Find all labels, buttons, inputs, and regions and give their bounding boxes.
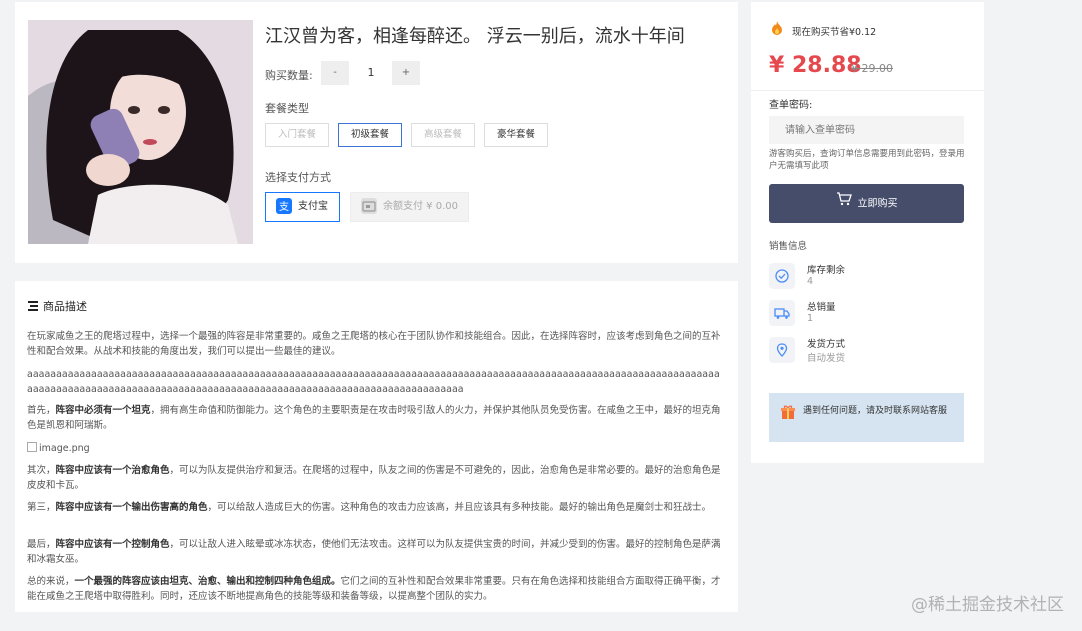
description-paragraph: aaaaaaaaaaaaaaaaaaaaaaaaaaaaaaaaaaaaaaaa… [27, 369, 720, 395]
description-paragraph: 最后，阵容中应该有一个控制角色，可以让敌人进入眩晕或冰冻状态，使他们无法攻击。这… [27, 539, 721, 565]
query-password-input[interactable] [769, 116, 964, 144]
cart-icon [836, 184, 852, 223]
broken-image-placeholder: image.png [27, 441, 724, 456]
description-paragraph: 第三，阵容中应该有一个输出伤害高的角色，可以给敌人造成巨大的伤害。这种角色的攻击… [27, 502, 712, 513]
purchase-sidebar: 现在购买节省¥0.12 ¥ 28.88 ¥ 29.00 查单密码: 游客购买后，… [751, 2, 984, 463]
package-option-deluxe[interactable]: 豪华套餐 [484, 123, 548, 147]
quantity-label: 购买数量: [265, 69, 313, 82]
stat-stock-label: 库存剩余 [807, 265, 846, 276]
wallet-icon [361, 198, 377, 214]
check-circle-icon [769, 263, 795, 289]
package-option-basic[interactable]: 初级套餐 [338, 123, 402, 147]
stat-delivery-label: 发货方式 [807, 339, 846, 350]
alipay-icon: 支 [276, 198, 292, 214]
promo-savings-text: 现在购买节省¥0.12 [792, 27, 877, 38]
svg-text:支: 支 [279, 201, 289, 213]
stat-total-sales-label: 总销量 [807, 302, 836, 313]
watermark: @稀土掘金技术社区 [911, 595, 1064, 615]
stat-stock-value: 4 [807, 276, 814, 287]
description-paragraph: 在玩家咸鱼之王的爬塔过程中，选择一个最强的阵容是非常重要的。咸鱼之王爬塔的核心在… [27, 331, 721, 357]
product-title: 江汉曾为客，相逢每醉还。 浮云一别后，流水十年间 [265, 26, 685, 47]
package-type-label: 套餐类型 [265, 102, 309, 115]
description-heading-text: 商品描述 [43, 300, 87, 313]
contact-support-text: 遇到任何问题，请及时联系网站客服 [803, 406, 948, 416]
quantity-input[interactable]: 1 [349, 61, 393, 85]
product-description-card: 商品描述 在玩家咸鱼之王的爬塔过程中，选择一个最强的阵容是非常重要的。咸鱼之王爬… [15, 281, 738, 612]
original-price: ¥ 29.00 [851, 62, 893, 75]
quantity-decrement-button[interactable]: - [321, 61, 349, 85]
pay-balance-button[interactable]: 余额支付 ¥ 0.00 [350, 192, 469, 222]
pay-balance-label: 余额支付 ¥ 0.00 [383, 201, 458, 212]
location-pin-icon [769, 337, 795, 363]
buy-now-label: 立即购买 [857, 198, 898, 210]
description-paragraph: 其次，阵容中应该有一个治愈角色，可以为队友提供治疗和复活。在爬塔的过程中，队友之… [27, 465, 721, 491]
quantity-increment-button[interactable]: + [392, 61, 420, 85]
product-image [28, 20, 253, 244]
package-option-starter[interactable]: 入门套餐 [265, 123, 329, 147]
truck-icon [769, 300, 795, 326]
stat-delivery: 发货方式 自动发货 [769, 335, 969, 365]
pay-alipay-label: 支付宝 [298, 201, 328, 212]
pay-alipay-button[interactable]: 支 支付宝 [265, 192, 340, 222]
description-paragraph: 总的来说，一个最强的阵容应该由坦克、治愈、输出和控制四种角色组成。它们之间的互补… [27, 576, 721, 602]
description-heading: 商品描述 [27, 298, 87, 315]
divider [751, 90, 984, 91]
query-password-note: 游客购买后，查询订单信息需要用到此密码，登录用户无需填写此项 [769, 149, 965, 171]
stat-delivery-value: 自动发货 [807, 353, 846, 364]
broken-image-icon [27, 442, 37, 452]
description-icon [27, 300, 39, 315]
fire-icon [769, 20, 785, 40]
stat-total-sales-value: 1 [807, 313, 814, 324]
query-password-label: 查单密码: [769, 100, 813, 111]
stat-total-sales: 总销量 1 [769, 298, 969, 328]
description-paragraph: 首先，阵容中必须有一个坦克，拥有高生命值和防御能力。这个角色的主要职责是在攻击时… [27, 405, 721, 431]
contact-support-banner[interactable]: 遇到任何问题，请及时联系网站客服 [769, 393, 964, 442]
buy-now-button[interactable]: 立即购买 [769, 184, 964, 223]
current-price: ¥ 28.88 [769, 53, 862, 78]
gift-icon [780, 404, 796, 424]
sales-info-label: 销售信息 [769, 241, 808, 252]
stat-stock: 库存剩余 4 [769, 261, 969, 291]
payment-method-label: 选择支付方式 [265, 171, 331, 184]
product-card: 江汉曾为客，相逢每醉还。 浮云一别后，流水十年间 购买数量: - 1 + 套餐类… [15, 2, 738, 263]
package-option-advanced[interactable]: 高级套餐 [411, 123, 475, 147]
